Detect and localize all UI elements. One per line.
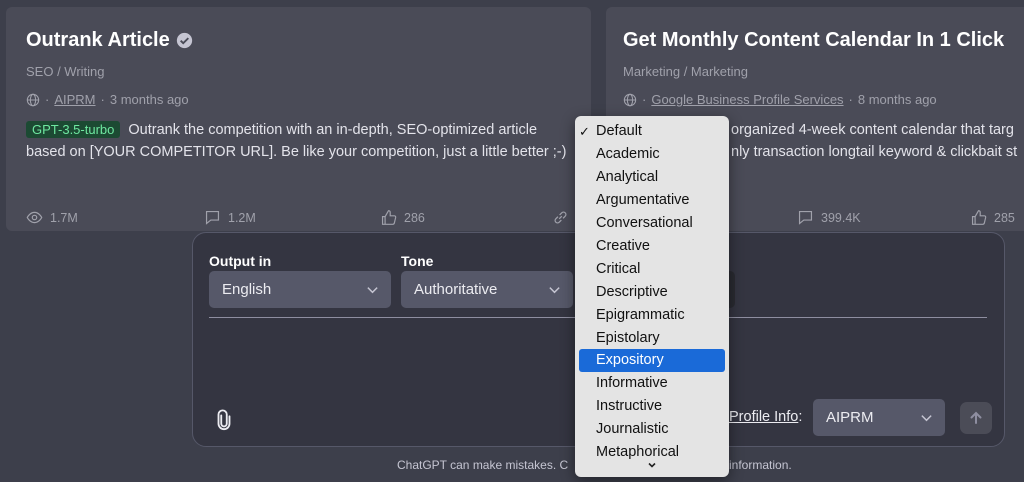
tone-select[interactable]: Authoritative: [401, 271, 573, 308]
tone-option[interactable]: Journalistic: [579, 418, 725, 441]
tone-option[interactable]: Informative: [579, 372, 725, 395]
tone-option[interactable]: Default: [579, 120, 725, 143]
comment-icon: [205, 210, 220, 225]
likes-stat[interactable]: 285: [970, 209, 1015, 226]
output-language-label: Output in: [209, 253, 272, 269]
card-meta: · Google Business Profile Services · 8 m…: [623, 92, 1024, 107]
chevron-down-icon: [549, 287, 560, 294]
link-icon: [554, 211, 567, 224]
chevron-down-icon: [921, 415, 932, 422]
globe-icon: [623, 93, 637, 106]
tone-option[interactable]: Critical: [579, 258, 725, 281]
profile-info-label[interactable]: Profile Info:: [729, 409, 802, 425]
send-button[interactable]: [960, 402, 992, 434]
verified-icon: [176, 32, 192, 48]
author-link[interactable]: Google Business Profile Services: [651, 92, 843, 107]
eye-icon: [26, 211, 43, 224]
tone-option[interactable]: Instructive: [579, 395, 725, 418]
tone-dropdown-menu[interactable]: ✓ Default Academic Analytical Argumentat…: [575, 116, 729, 477]
card-category: SEO / Writing: [26, 64, 105, 79]
thumbs-up-icon: [971, 210, 987, 225]
copy-link-button[interactable]: [552, 209, 569, 226]
tone-label: Tone: [401, 253, 434, 269]
tone-option[interactable]: Argumentative: [579, 189, 725, 212]
arrow-up-icon: [970, 411, 982, 424]
card-description: GPT-3.5-turbo Outrank the competition wi…: [26, 121, 567, 160]
author-link[interactable]: AIPRM: [54, 92, 95, 107]
tone-option[interactable]: Academic: [579, 143, 725, 166]
card-title: Outrank Article: [26, 27, 591, 53]
likes-stat[interactable]: 286: [380, 209, 425, 226]
comments-stat: 1.2M: [204, 209, 256, 226]
card-age: 8 months ago: [857, 92, 937, 107]
thumbs-up-icon: [381, 210, 397, 225]
tone-option[interactable]: Creative: [579, 235, 725, 258]
tone-option[interactable]: Analytical: [579, 166, 725, 189]
card-title: Get Monthly Content Calendar In 1 Click: [623, 29, 1005, 51]
comment-icon: [798, 210, 813, 225]
scroll-down-chevron-icon[interactable]: [646, 459, 658, 471]
profile-select[interactable]: AIPRM: [813, 399, 945, 436]
globe-icon: [26, 93, 40, 106]
comments-stat: 399.4K: [797, 209, 861, 226]
views-stat: 1.7M: [26, 209, 78, 226]
output-language-select[interactable]: English: [209, 271, 391, 308]
tone-option-highlighted[interactable]: Expository: [579, 349, 725, 372]
paperclip-icon[interactable]: [213, 409, 235, 431]
tone-option[interactable]: Descriptive: [579, 281, 725, 304]
model-badge: GPT-3.5-turbo: [26, 121, 121, 138]
disclaimer-text: ChatGPT can make mistakes. C information…: [397, 458, 792, 472]
card-meta: · AIPRM · 3 months ago: [26, 92, 591, 107]
tone-option[interactable]: Epistolary: [579, 327, 725, 350]
card-age: 3 months ago: [109, 92, 189, 107]
tone-option[interactable]: Conversational: [579, 212, 725, 235]
chevron-down-icon: [367, 287, 378, 294]
tone-option[interactable]: Epigrammatic: [579, 304, 725, 327]
card-category: Marketing / Marketing: [623, 64, 748, 79]
prompt-card-outrank-article[interactable]: Outrank Article SEO / Writing · AIPRM · …: [6, 7, 591, 231]
